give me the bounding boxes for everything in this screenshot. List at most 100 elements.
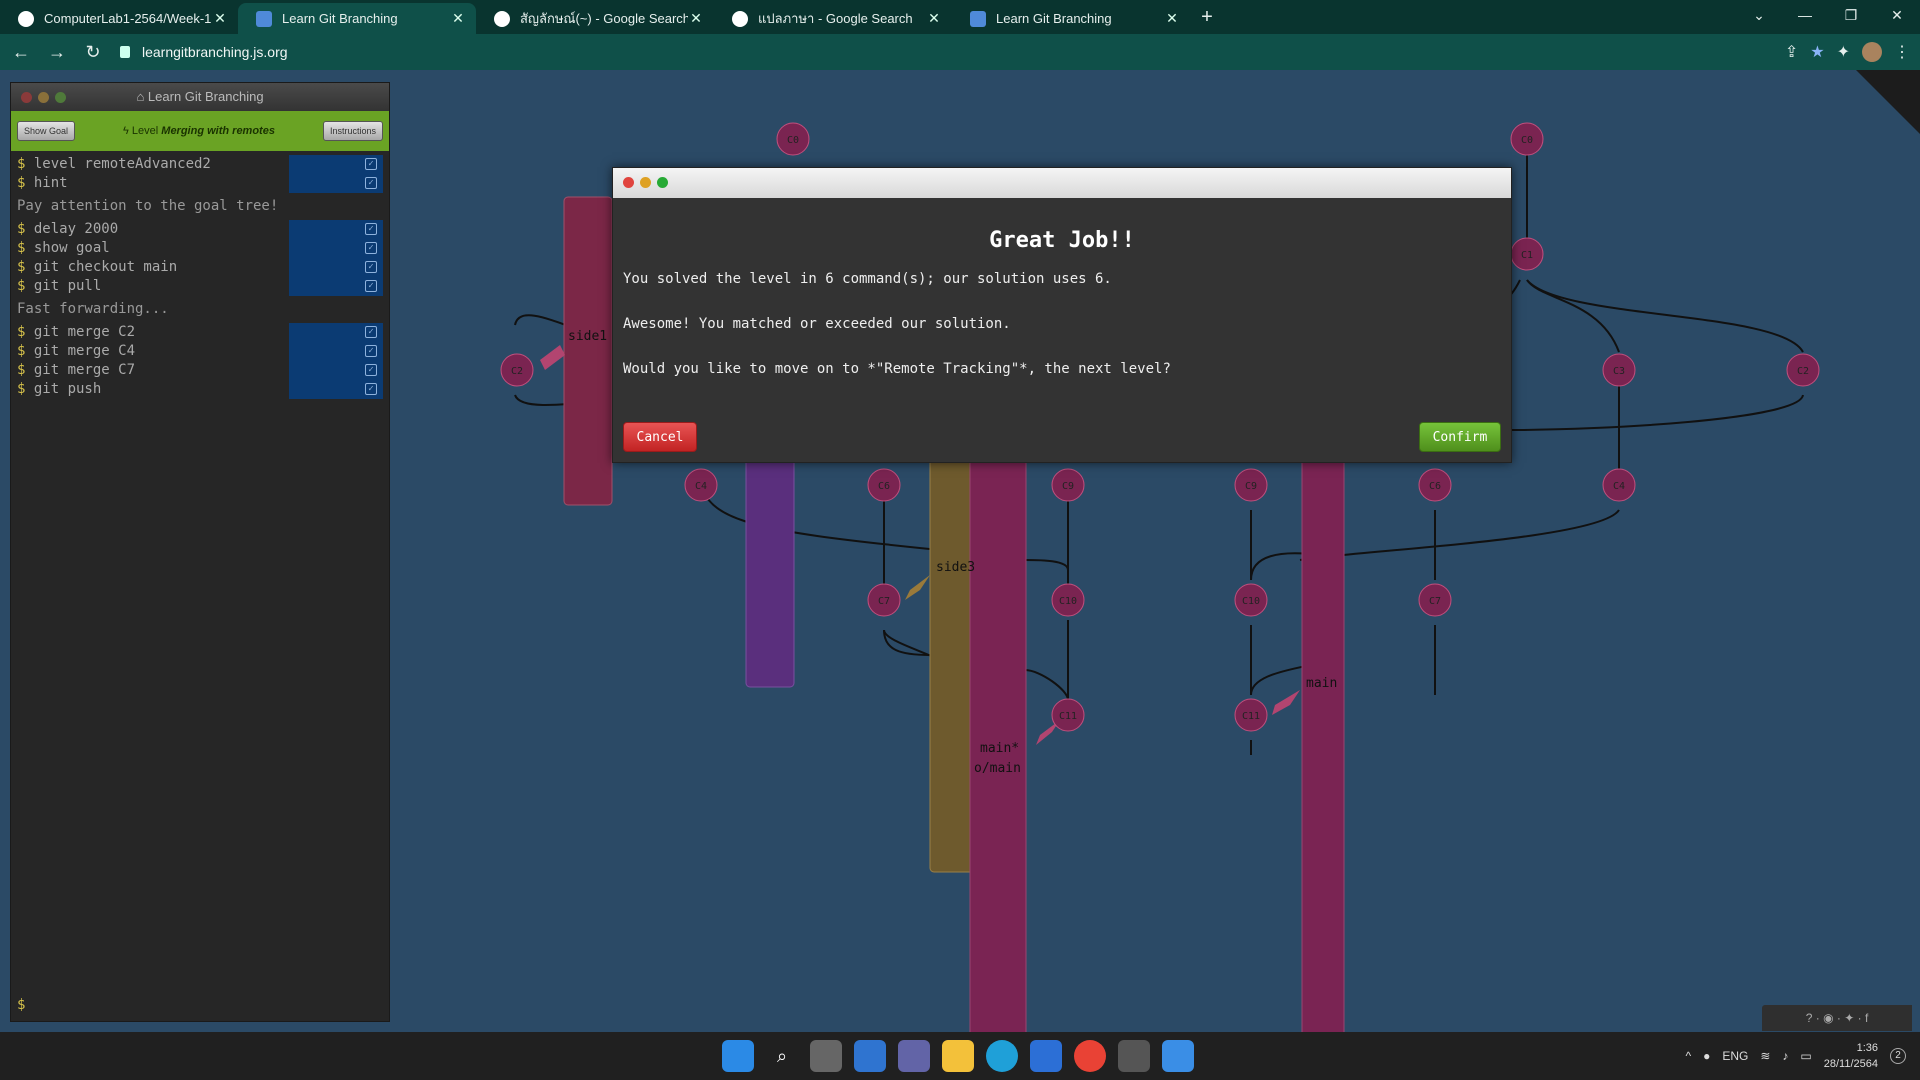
language-indicator[interactable]: ENG <box>1722 1049 1748 1063</box>
commit-label: C4 <box>695 481 707 492</box>
command-line: $ git push ✓ <box>11 380 389 399</box>
volume-icon[interactable]: ♪ <box>1782 1049 1788 1063</box>
command-prompt[interactable]: $ <box>17 997 25 1013</box>
check-icon: ✓ <box>365 280 377 292</box>
minimize-dot-icon[interactable] <box>38 92 49 103</box>
branch-bar-main-right <box>1301 439 1345 1041</box>
close-dot-icon[interactable] <box>21 92 32 103</box>
commit-label: C6 <box>878 481 890 492</box>
share-links: ? · ◉ · ✦ · f <box>1762 1005 1912 1031</box>
commit-label: C11 <box>1059 711 1077 722</box>
command-history: $ level remoteAdvanced2 ✓ $ hint ✓ Pay att… <box>11 151 389 403</box>
level-toolbar: Show Goal ϟ Level Merging with remotes I… <box>11 111 389 151</box>
commit-label: C1 <box>1521 250 1533 261</box>
command-line: $ level remoteAdvanced2 ✓ <box>11 155 389 174</box>
mail-icon[interactable] <box>1030 1040 1062 1072</box>
command-line: $ git merge C4 ✓ <box>11 342 389 361</box>
command-text: git checkout main <box>33 259 178 275</box>
command-text: git merge C2 <box>33 324 136 340</box>
command-line: $ git merge C7 ✓ <box>11 361 389 380</box>
level-complete-dialog: Great Job!! You solved the level in 6 co… <box>612 167 1512 463</box>
side1-arrow <box>540 345 565 370</box>
dialog-line-1: You solved the level in 6 command(s); ou… <box>623 271 1112 287</box>
maximize-dot-icon[interactable] <box>657 177 668 188</box>
commit-label: C3 <box>1613 366 1625 377</box>
help-icon[interactable]: ? <box>1806 1011 1813 1025</box>
dialog-line-2: Awesome! You matched or exceeded our sol… <box>623 316 1011 332</box>
wifi-icon[interactable]: ≋ <box>1760 1049 1770 1063</box>
search-icon[interactable]: ⌕ <box>766 1040 798 1072</box>
clock[interactable]: 1:36 28/11/2564 <box>1824 1040 1878 1072</box>
clock-time: 1:36 <box>1856 1042 1878 1054</box>
windows-taskbar: ⌕ ^ ● ENG ≋ ♪ ▭ 1:36 28/11/2564 2 <box>0 1032 1920 1080</box>
terminal-title: Learn Git Branching <box>147 89 264 104</box>
check-icon: ✓ <box>365 364 377 376</box>
facebook-icon[interactable]: f <box>1865 1011 1868 1025</box>
check-icon: ✓ <box>365 242 377 254</box>
check-icon: ✓ <box>365 223 377 235</box>
lightning-icon: ϟ <box>123 125 132 137</box>
window-dots <box>21 92 66 103</box>
command-text: git merge C4 <box>33 343 136 359</box>
check-icon: ✓ <box>365 326 377 338</box>
level-indicator: ϟ Level Merging with remotes <box>123 125 275 137</box>
commit-label: C0 <box>1521 135 1533 146</box>
branch-bar-main-left <box>969 439 1027 1041</box>
command-text: git push <box>33 381 102 397</box>
commit-label: C7 <box>1429 596 1441 607</box>
command-text: git merge C7 <box>33 362 136 378</box>
photos-icon[interactable] <box>1162 1040 1194 1072</box>
show-goal-button[interactable]: Show Goal <box>17 121 76 141</box>
branch-label-side3: side3 <box>936 560 975 575</box>
git-app-icon[interactable] <box>1118 1040 1150 1072</box>
taskbar-apps: ⌕ <box>722 1040 1194 1072</box>
main-right-arrow <box>1272 690 1300 715</box>
command-text: git pull <box>33 278 102 294</box>
task-view-icon[interactable] <box>810 1040 842 1072</box>
commit-label: C7 <box>878 596 890 607</box>
branch-label-main: main <box>1306 676 1337 691</box>
dialog-line-3: Would you like to move on to *"Remote Tr… <box>623 361 1171 377</box>
battery-icon[interactable]: ▭ <box>1800 1049 1811 1063</box>
twitter-icon[interactable]: ✦ <box>1844 1011 1854 1025</box>
dialog-body: Great Job!! You solved the level in 6 co… <box>613 228 1511 377</box>
commit-label: C2 <box>511 366 523 377</box>
chat-icon[interactable] <box>898 1040 930 1072</box>
check-icon: ✓ <box>365 177 377 189</box>
check-icon: ✓ <box>365 158 377 170</box>
globe-icon[interactable]: ◉ <box>1823 1011 1833 1025</box>
command-text: show goal <box>33 240 110 256</box>
check-icon: ✓ <box>365 383 377 395</box>
start-icon[interactable] <box>722 1040 754 1072</box>
check-icon: ✓ <box>365 345 377 357</box>
commit-label: C11 <box>1242 711 1260 722</box>
branch-label-main-star: main* <box>980 741 1019 756</box>
command-line: $ hint ✓ <box>11 174 389 193</box>
github-corner-icon[interactable] <box>1856 70 1920 134</box>
commit-label: C6 <box>1429 481 1441 492</box>
command-terminal: ⌂ Learn Git Branching Show Goal ϟ Level … <box>10 82 390 1022</box>
steam-icon[interactable]: ● <box>1703 1049 1710 1063</box>
window-dots <box>623 177 668 188</box>
command-line: $ delay 2000 ✓ <box>11 220 389 239</box>
command-text: level remoteAdvanced2 <box>33 156 211 172</box>
chrome-icon[interactable] <box>1074 1040 1106 1072</box>
level-name: Merging with remotes <box>161 125 275 137</box>
instructions-button[interactable]: Instructions <box>322 121 383 141</box>
widgets-icon[interactable] <box>854 1040 886 1072</box>
command-text: delay 2000 <box>33 221 119 237</box>
file-explorer-icon[interactable] <box>942 1040 974 1072</box>
cancel-button[interactable]: Cancel <box>623 422 697 452</box>
clock-date: 28/11/2564 <box>1823 1058 1878 1070</box>
commit-label: C9 <box>1062 481 1074 492</box>
confirm-button[interactable]: Confirm <box>1419 422 1501 452</box>
minimize-dot-icon[interactable] <box>640 177 651 188</box>
chevron-up-icon[interactable]: ^ <box>1685 1049 1691 1063</box>
notification-badge[interactable]: 2 <box>1890 1048 1906 1064</box>
dialog-heading: Great Job!! <box>989 228 1135 253</box>
maximize-dot-icon[interactable] <box>55 92 66 103</box>
close-dot-icon[interactable] <box>623 177 634 188</box>
home-icon: ⌂ <box>136 89 148 104</box>
commit-label: C10 <box>1242 596 1260 607</box>
edge-icon[interactable] <box>986 1040 1018 1072</box>
